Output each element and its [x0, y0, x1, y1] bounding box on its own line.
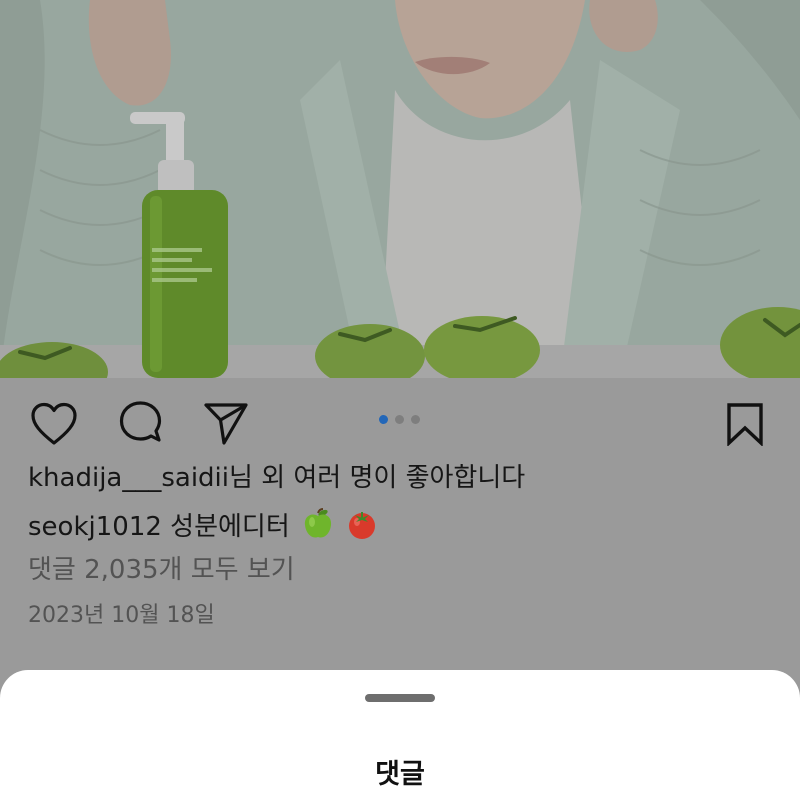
paper-plane-icon[interactable]: [202, 400, 250, 448]
heart-icon[interactable]: [30, 400, 78, 448]
caption-username[interactable]: seokj1012: [28, 512, 162, 542]
carousel-indicator: [379, 415, 420, 424]
post-details: khadija___saidii님 외 여러 명이 좋아합니다 seokj101…: [28, 462, 788, 640]
post-photo-illustration: [0, 0, 800, 378]
tomato-icon: [346, 508, 378, 548]
sheet-title: 댓글: [375, 759, 425, 790]
bookmark-icon[interactable]: [721, 400, 769, 448]
post-caption: seokj1012 성분에디터: [28, 508, 788, 554]
instagram-post-screen: khadija___saidii님 외 여러 명이 좋아합니다 seokj101…: [0, 0, 800, 800]
green-apple-icon: [302, 508, 334, 548]
post-date: 2023년 10월 18일: [28, 603, 215, 628]
post-photo[interactable]: [0, 0, 800, 378]
carousel-dot: [395, 415, 404, 424]
carousel-dot: [411, 415, 420, 424]
sheet-drag-handle[interactable]: [365, 694, 435, 702]
view-all-comments-link[interactable]: 댓글 2,035개 모두 보기: [28, 554, 788, 600]
carousel-dot-active: [379, 415, 388, 424]
comments-bottom-sheet: 댓글: [0, 670, 800, 800]
caption-text: 성분에디터: [170, 512, 290, 542]
speech-bubble-icon[interactable]: [117, 400, 165, 448]
liked-by-text[interactable]: khadija___saidii님 외 여러 명이 좋아합니다: [28, 462, 788, 508]
